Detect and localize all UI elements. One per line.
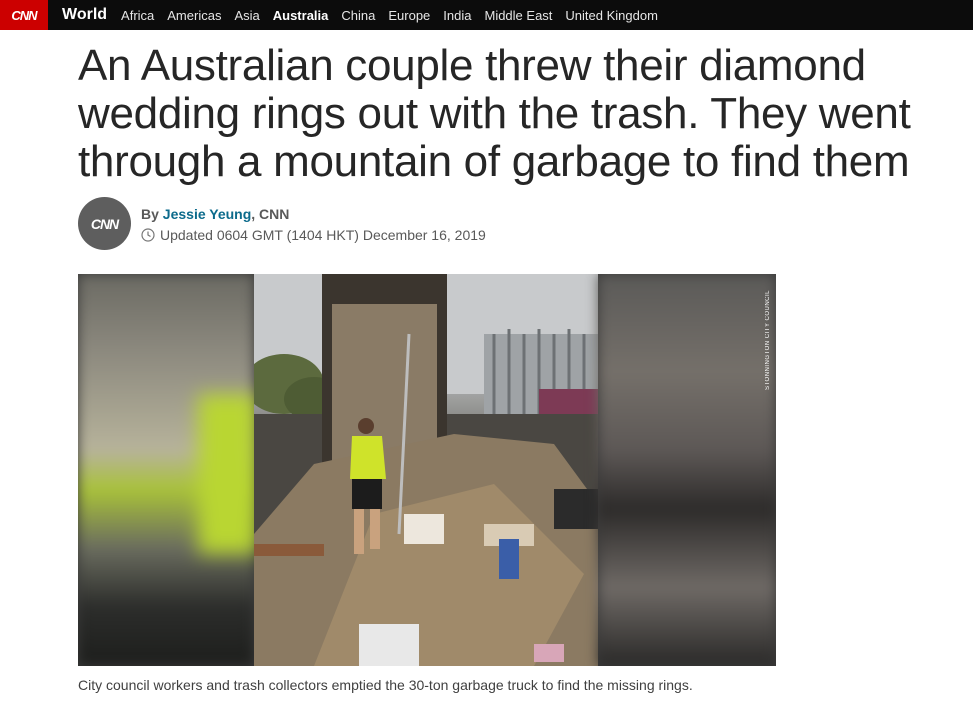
nav-link-middle-east[interactable]: Middle East xyxy=(484,8,552,23)
nav-link-china[interactable]: China xyxy=(341,8,375,23)
photo-main xyxy=(244,274,598,666)
avatar: CNN xyxy=(78,197,131,250)
nav-link-united-kingdom[interactable]: United Kingdom xyxy=(565,8,658,23)
section-title[interactable]: World xyxy=(62,6,107,24)
photo-credit: STONNINGTON CITY COUNCIL xyxy=(765,289,771,390)
nav-link-americas[interactable]: Americas xyxy=(167,8,221,23)
avatar-text: CNN xyxy=(90,215,119,232)
updated-text: Updated 0604 GMT (1404 HKT) December 16,… xyxy=(160,227,486,243)
timestamp: Updated 0604 GMT (1404 HKT) December 16,… xyxy=(141,227,486,243)
nav-link-australia[interactable]: Australia xyxy=(273,8,329,23)
nav-link-india[interactable]: India xyxy=(443,8,471,23)
nav-link-asia[interactable]: Asia xyxy=(234,8,259,23)
logo-text: CNN xyxy=(11,7,37,23)
article-headline: An Australian couple threw their diamond… xyxy=(78,41,911,186)
photo-blur-right xyxy=(598,274,776,666)
nav-links: Africa Americas Asia Australia China Eur… xyxy=(121,8,671,23)
byline-prefix: By xyxy=(141,206,159,222)
clock-icon xyxy=(141,228,155,242)
nav-link-africa[interactable]: Africa xyxy=(121,8,154,23)
photo-caption: City council workers and trash collector… xyxy=(78,677,693,693)
byline-org: , CNN xyxy=(251,206,290,222)
article-photo[interactable]: STONNINGTON CITY COUNCIL xyxy=(78,274,776,666)
author-link[interactable]: Jessie Yeung xyxy=(163,206,251,222)
photo-blur-streak xyxy=(198,394,258,554)
garbage-scene xyxy=(244,274,598,666)
cnn-logo[interactable]: CNN xyxy=(0,0,48,30)
nav-link-europe[interactable]: Europe xyxy=(388,8,430,23)
top-nav: CNN World Africa Americas Asia Australia… xyxy=(0,0,973,30)
photo-blur-left xyxy=(78,274,258,666)
byline: By Jessie Yeung, CNN xyxy=(141,206,289,222)
